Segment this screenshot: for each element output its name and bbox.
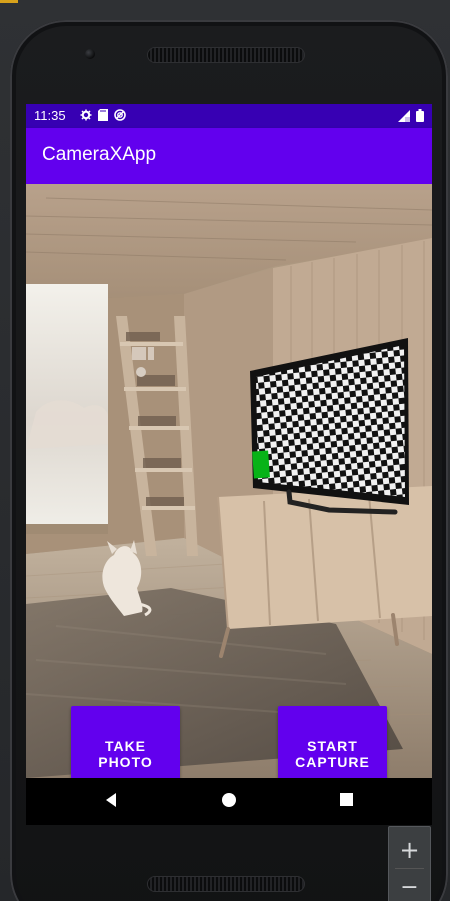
emulator-stage: 11:35 CameraXApp TAKE PHOTO START CAPTUR… bbox=[0, 0, 450, 901]
battery-icon bbox=[416, 109, 424, 125]
zoom-in-button[interactable]: + bbox=[389, 833, 430, 867]
signal-icon bbox=[398, 109, 410, 125]
sd-card-icon bbox=[98, 109, 108, 124]
editor-accent-mark bbox=[0, 0, 18, 3]
app-title: CameraXApp bbox=[42, 144, 157, 165]
home-icon bbox=[221, 792, 237, 812]
zoom-divider bbox=[395, 868, 424, 869]
start-capture-button[interactable]: START CAPTURE bbox=[278, 706, 387, 778]
navigation-bar bbox=[26, 778, 432, 825]
settings-icon bbox=[80, 109, 92, 124]
home-button[interactable] bbox=[214, 788, 244, 815]
take-photo-button[interactable]: TAKE PHOTO bbox=[71, 706, 180, 778]
zoom-out-button[interactable]: − bbox=[389, 871, 430, 901]
take-photo-label: TAKE PHOTO bbox=[98, 738, 153, 770]
recent-apps-icon bbox=[339, 792, 354, 811]
app-bar: CameraXApp bbox=[26, 128, 432, 184]
recent-apps-button[interactable] bbox=[331, 788, 361, 815]
status-icons-left bbox=[80, 109, 126, 124]
preview-room-scene bbox=[26, 184, 432, 778]
earpiece-speaker bbox=[147, 47, 305, 63]
device-screen: 11:35 CameraXApp TAKE PHOTO START CAPTUR… bbox=[26, 104, 432, 825]
sync-icon bbox=[114, 109, 126, 124]
status-icons-right bbox=[398, 109, 424, 125]
back-icon bbox=[102, 791, 120, 813]
status-bar: 11:35 bbox=[26, 104, 432, 128]
start-capture-label: START CAPTURE bbox=[295, 738, 370, 770]
back-button[interactable] bbox=[96, 788, 126, 815]
front-camera-icon bbox=[85, 49, 95, 59]
bottom-speaker bbox=[147, 876, 305, 892]
status-time: 11:35 bbox=[34, 108, 66, 123]
emulator-zoom-panel: + − bbox=[388, 826, 431, 901]
camera-preview: TAKE PHOTO START CAPTURE bbox=[26, 184, 432, 778]
